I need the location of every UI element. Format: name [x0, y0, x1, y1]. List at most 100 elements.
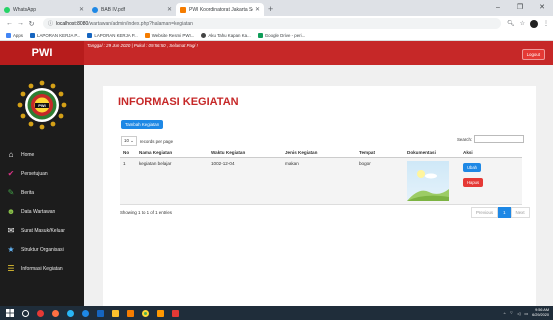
word-icon[interactable] [94, 308, 106, 318]
cell-aksi: Ubah Hapus [460, 157, 522, 205]
close-tab-icon[interactable]: ✕ [255, 6, 260, 13]
system-tray: ^ ⌔ ◁ ▭ 9:56 AM 6/29/2020 [504, 308, 549, 318]
mail-icon: ✉ [7, 226, 15, 235]
windows-logo-icon [6, 309, 14, 317]
sidebar-item-berita[interactable]: ✎ Berita [0, 183, 84, 202]
close-tab-icon[interactable]: ✕ [79, 6, 84, 13]
column-header-waktu[interactable]: Waktu Kegiatan [208, 148, 282, 158]
column-header-tempat[interactable]: Tempat [356, 148, 404, 158]
volume-icon[interactable]: ◁ [517, 311, 520, 316]
bookmark-icon [87, 33, 93, 38]
sidebar-item-data-wartawan[interactable]: ☻ Data Wartawan [0, 202, 84, 221]
records-per-page-label: records per page [139, 138, 174, 144]
bookmark-label: LAPORAN KERJA P... [94, 33, 138, 38]
pwi-favicon-icon [180, 6, 186, 13]
notification-icon[interactable]: ▭ [524, 311, 528, 316]
google-drive-icon [257, 33, 263, 38]
paint-icon[interactable] [169, 308, 181, 318]
records-per-page-select[interactable]: 10 ⌄ [121, 136, 137, 146]
sidebar-item-struktur[interactable]: ★ Struktur Organisasi [0, 240, 84, 259]
sidebar-item-informasi-kegiatan[interactable]: ☰ Informasi Kegiatan [0, 259, 84, 278]
tray-chevron-icon[interactable]: ^ [504, 311, 506, 316]
cell-no: 1 [120, 157, 136, 205]
search-input[interactable] [474, 135, 525, 143]
url-input[interactable]: ⓘ localhost:8080 /wartawan/admin/index.p… [43, 18, 501, 29]
address-bar: ← → ↻ ⓘ localhost:8080 /wartawan/admin/i… [0, 16, 553, 31]
sublime-icon[interactable] [154, 308, 166, 318]
more-menu-icon[interactable]: ⋮ [543, 20, 549, 27]
per-page-value: 10 [124, 138, 129, 143]
pagination-page[interactable]: 1 [498, 207, 511, 218]
url-host: localhost:8080 [56, 20, 89, 27]
brand[interactable]: PWI [0, 41, 84, 65]
bookmark-pwi[interactable]: Website Resmi PWI... [144, 33, 194, 38]
bookmark-apps[interactable]: Apps [6, 33, 23, 38]
close-tab-icon[interactable]: ✕ [167, 6, 172, 13]
bookmark-label: Apps [13, 33, 24, 38]
firefox-icon[interactable] [49, 308, 61, 318]
delete-button[interactable]: Hapus [463, 177, 484, 187]
documentation-image[interactable] [407, 160, 449, 201]
column-header-dokumentasi[interactable]: Dokumentasi [404, 148, 460, 158]
pagination-next[interactable]: Next [510, 207, 530, 218]
search-taskbar-icon[interactable] [19, 308, 31, 318]
opera-icon[interactable] [34, 308, 46, 318]
profile-avatar[interactable] [530, 19, 538, 28]
star-bookmark-icon[interactable]: ☆ [520, 20, 525, 27]
column-header-no[interactable]: No [120, 148, 136, 158]
bookmark-aku-tahu[interactable]: Aku Tahu Kapan Ka... [201, 33, 251, 38]
cell-jenis: makan [282, 157, 356, 205]
add-kegiatan-button[interactable]: Tambah Kegiatan [121, 120, 164, 129]
sidebar-item-persetujuan[interactable]: ✔ Persetujuan [0, 164, 84, 183]
bookmark-google-drive[interactable]: Google Drive - peri... [257, 33, 305, 38]
sidebar-item-label: Surat Masuk/Keluar [21, 227, 65, 234]
bookmark-icon [201, 33, 207, 38]
pagination-previous[interactable]: Previous [471, 207, 499, 218]
bookmarks-bar: Apps LAPORAN KERJA P... LAPORAN KERJA P.… [0, 31, 553, 41]
sidebar-item-home[interactable]: ⌂ Home [0, 145, 84, 164]
edge-icon[interactable] [64, 308, 76, 318]
back-icon[interactable]: ← [4, 20, 15, 27]
windows-start-icon[interactable] [4, 308, 16, 318]
new-tab-icon[interactable]: + [268, 4, 273, 14]
browser-tab-strip: WhatsApp ✕ BAB IV.pdf ✕ PWI Koordinatora… [0, 0, 553, 16]
xampp-icon[interactable] [124, 308, 136, 318]
browser-tab-whatsapp[interactable]: WhatsApp ✕ [0, 3, 88, 16]
column-header-nama[interactable]: Nama Kegiatan [136, 148, 208, 158]
bookmark-laporan-1[interactable]: LAPORAN KERJA P... [30, 33, 80, 38]
opera-logo-icon [36, 309, 44, 317]
edit-button[interactable]: Ubah [463, 162, 482, 172]
explorer-icon[interactable] [109, 308, 121, 318]
tab-title: PWI Koordinatorat Jakarta Selata [189, 6, 253, 13]
star-icon: ★ [7, 245, 15, 254]
sidebar-item-label: Persetujuan [21, 170, 48, 177]
wifi-icon[interactable]: ⌔ [509, 310, 513, 316]
browser-tab-pwi[interactable]: PWI Koordinatorat Jakarta Selata ✕ [176, 3, 264, 16]
cell-nama: kegiatan belajar [136, 157, 208, 205]
browser-tab-pdf[interactable]: BAB IV.pdf ✕ [88, 3, 176, 16]
taskbar-clock[interactable]: 9:56 AM 6/29/2020 [532, 308, 549, 318]
maximize-icon[interactable]: ❐ [509, 0, 531, 16]
search-area: Search: [457, 135, 525, 143]
zoom-icon[interactable]: 🔍︎ [507, 20, 515, 27]
users-icon: ☻ [6, 207, 16, 216]
chrome-icon[interactable] [139, 308, 151, 318]
tab-title: BAB IV.pdf [101, 6, 125, 13]
bookmark-laporan-2[interactable]: LAPORAN KERJA P... [87, 33, 138, 38]
minimize-icon[interactable]: – [487, 0, 509, 16]
pwi-logo: PWI [0, 65, 84, 145]
home-icon: ⌂ [8, 150, 14, 159]
reload-icon[interactable]: ↻ [26, 20, 37, 28]
table-header-row: No Nama Kegiatan Waktu Kegiatan Jenis Ke… [120, 148, 522, 158]
ie-icon[interactable] [79, 308, 91, 318]
close-window-icon[interactable]: ✕ [531, 0, 553, 16]
forward-icon[interactable]: → [15, 20, 26, 27]
sidebar-item-surat[interactable]: ✉ Surat Masuk/Keluar [0, 221, 84, 240]
column-header-jenis[interactable]: Jenis Kegiatan [282, 148, 356, 158]
datetime-greeting: Tanggal : 29 Jun 2020 | Pukul : 09:56:50… [87, 43, 198, 48]
svg-text:PWI: PWI [38, 103, 46, 108]
column-header-aksi[interactable]: Aksi [460, 148, 522, 158]
topbar: Tanggal : 29 Jun 2020 | Pukul : 09:56:50… [84, 41, 553, 65]
pdf-favicon-icon [92, 6, 98, 13]
logout-button[interactable]: Logout [521, 49, 545, 60]
